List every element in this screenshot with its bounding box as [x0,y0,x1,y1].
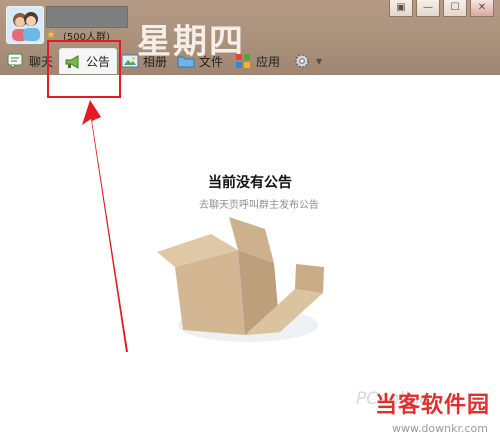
brand-url: www.downkr.com [391,422,488,435]
window-controls: ▣ — ☐ ✕ [389,0,494,17]
group-name-redacted [46,6,128,28]
folder-icon [177,56,195,68]
apps-icon [236,54,250,68]
maximize-button[interactable]: ☐ [443,0,467,17]
chevron-down-icon: ▼ [316,56,323,66]
skin-button[interactable]: ▣ [389,0,413,17]
group-avatar[interactable] [6,6,44,44]
group-avatar-icon [7,7,43,43]
tab-apps-label: 应用 [256,54,281,69]
highlight-box [47,40,121,98]
close-button[interactable]: ✕ [470,0,494,17]
chat-icon [7,53,23,69]
gear-icon [295,54,309,68]
tab-album-label: 相册 [143,54,168,69]
empty-state-subtitle: 去聊天页呼叫群主发布公告 [199,200,319,211]
tab-files[interactable]: 文件 [177,48,223,74]
tab-apps[interactable]: 应用 [234,48,280,74]
photo-icon [121,54,139,68]
announcement-panel: 当前没有公告 去聊天页呼叫群主发布公告 [0,75,500,437]
brand-watermark: 当客软件园 [374,393,490,418]
tab-files-label: 文件 [199,54,224,69]
tab-album[interactable]: 相册 [121,48,167,74]
settings-menu[interactable]: ▼ [294,48,322,74]
empty-state-title: 当前没有公告 [208,175,292,191]
empty-box-illustration [157,217,324,342]
group-window: ★ (500人群) 星期四 ▣ — ☐ ✕ 聊天 公告 相册 文件 应用 ▼ 当… [0,0,500,437]
minimize-button[interactable]: — [416,0,440,17]
